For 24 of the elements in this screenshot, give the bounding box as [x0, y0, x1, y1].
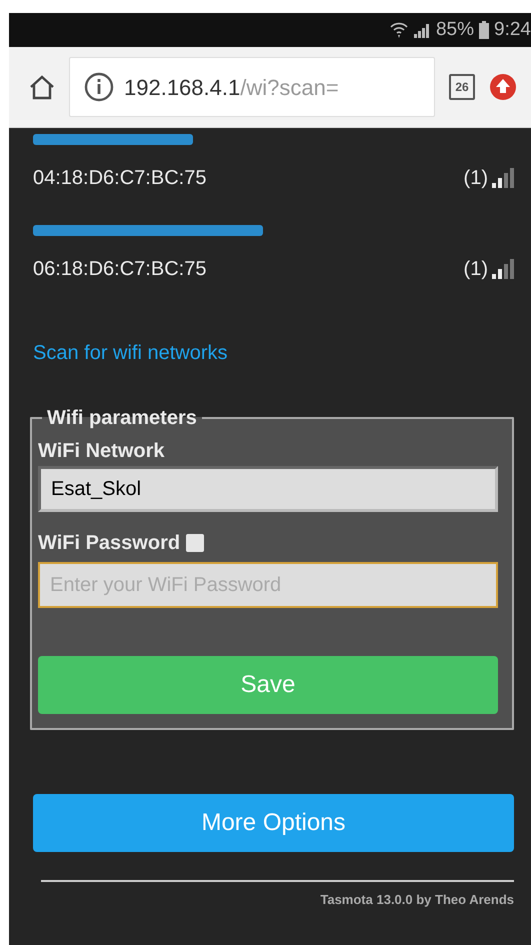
- mac-address: 04:18:D6:C7:BC:75: [33, 166, 206, 191]
- footer-text: Tasmota 13.0.0 by Theo Arends: [319, 891, 514, 909]
- info-icon: [84, 72, 114, 102]
- mac-address: 06:18:D6:C7:BC:75: [33, 257, 206, 282]
- network-input[interactable]: Esat_Skol: [38, 466, 498, 512]
- home-icon[interactable]: [29, 74, 55, 100]
- signal-strength-icon: [492, 168, 514, 188]
- channel-number: (1): [464, 166, 488, 191]
- battery-percent: 85%: [436, 18, 474, 42]
- signal-strength-icon: [492, 259, 514, 279]
- url-text: 192.168.4.1/wi?scan=: [124, 74, 339, 102]
- clock-time: 9:24: [494, 18, 531, 42]
- fieldset-legend: Wifi parameters: [42, 408, 202, 428]
- field-label: WiFi Password: [38, 531, 180, 556]
- address-bar[interactable]: 192.168.4.1/wi?scan=: [69, 57, 435, 117]
- show-password-checkbox[interactable]: [186, 534, 204, 552]
- field-label: WiFi Network: [38, 439, 166, 464]
- scan-link[interactable]: Scan for wifi networks: [33, 342, 228, 364]
- upload-icon[interactable]: [489, 73, 517, 101]
- channel-number: (1): [464, 257, 488, 282]
- wifi-icon: [390, 21, 408, 39]
- tab-count[interactable]: 26: [449, 74, 475, 100]
- battery-icon: [479, 21, 490, 39]
- signal-icon: [412, 21, 431, 39]
